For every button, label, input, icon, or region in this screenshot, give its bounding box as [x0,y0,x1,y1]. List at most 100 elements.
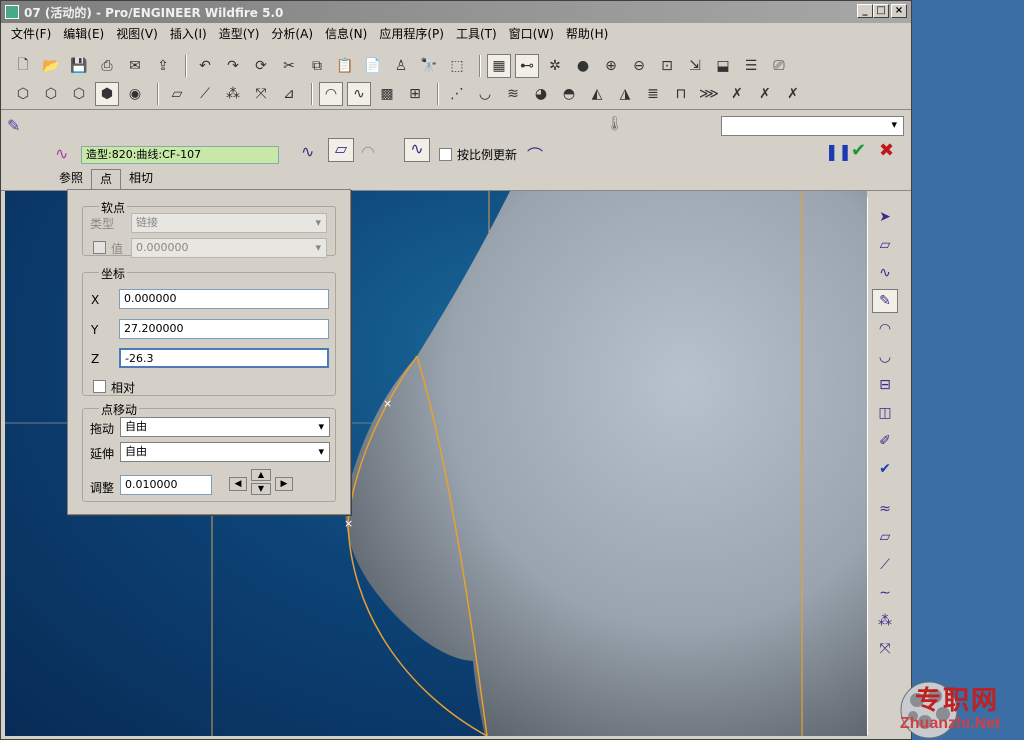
view-manager-icon[interactable]: ⎚ [767,54,791,78]
axis-icon[interactable]: ⟋ [872,553,898,577]
relative-checkbox[interactable] [93,380,106,393]
email-icon[interactable]: ✉ [123,54,147,78]
dihedral-icon[interactable]: ⊓ [669,82,693,106]
menu-applications[interactable]: 应用程序(P) [373,23,450,45]
tab-references[interactable]: 参照 [51,169,91,189]
menu-file[interactable]: 文件(F) [5,23,57,45]
connect-surface-icon[interactable]: ◡ [872,345,898,369]
plane-icon[interactable]: ▱ [872,525,898,549]
find-icon[interactable]: 🔭 [417,54,441,78]
x-coordinate-field[interactable]: 0.000000 [119,289,329,309]
delete-saved-icon[interactable]: ✗ [781,82,805,106]
free-curve-icon[interactable]: ∿ [301,142,314,161]
end-point-marker[interactable]: × [344,517,353,530]
extend-select[interactable]: 自由 [120,442,330,462]
refit-icon[interactable]: ⊡ [655,54,679,78]
accept-icon[interactable]: ✔ [851,140,866,161]
cos-curve-icon[interactable]: ◠ [361,142,375,161]
point-display-icon[interactable]: ⊷ [515,53,539,78]
tab-tangent[interactable]: 相切 [121,169,161,189]
cancel-icon[interactable]: ✖ [879,140,894,161]
tab-point[interactable]: 点 [91,169,122,189]
redo-icon[interactable]: ↷ [221,54,245,78]
edit-curve-icon[interactable]: ✎ [872,289,898,313]
annotation-icon[interactable]: ⊿ [277,82,301,106]
curve-display-icon[interactable]: ∿ [347,81,371,106]
type-select[interactable]: 链接 [131,213,327,233]
section-analysis-icon[interactable]: ◡ [473,82,497,106]
nudge-down-icon[interactable]: ▼ [251,483,271,495]
soft-point-marker[interactable]: × [383,397,392,410]
adjust-field[interactable]: 0.010000 [120,475,212,495]
paste-special-icon[interactable]: 📄 [361,54,385,78]
select-box-icon[interactable]: ⬚ [445,54,469,78]
isophote-icon[interactable]: ≣ [641,82,665,106]
offset-analysis-icon[interactable]: ≋ [501,82,525,106]
copy-icon[interactable]: ⧉ [305,54,329,78]
delete-analysis-icon[interactable]: ✗ [725,82,749,106]
edit-surface-icon[interactable]: ◫ [872,401,898,425]
value-checkbox[interactable] [93,241,106,254]
slope-icon[interactable]: ◮ [613,82,637,106]
appearance-icon[interactable]: ◉ [123,82,147,106]
print-icon[interactable]: ⎙ [95,54,119,78]
paste-icon[interactable]: 📋 [333,54,357,78]
filter-combo[interactable] [721,116,904,136]
menu-style[interactable]: 造型(Y) [213,23,266,45]
menu-edit[interactable]: 编辑(E) [57,23,110,45]
save-icon[interactable]: 💾 [67,54,91,78]
create-surface-icon[interactable]: ◠ [872,317,898,341]
datum-axis-icon[interactable]: ⟋ [193,82,217,106]
menu-view[interactable]: 视图(V) [110,23,164,45]
mesh-icon[interactable]: ▩ [375,82,399,106]
nudge-right-icon[interactable]: ▶ [275,477,293,491]
curve-icon[interactable]: ∼ [872,581,898,605]
z-coordinate-field[interactable]: -26.3 [119,348,329,368]
minimize-button[interactable]: _ [857,4,873,18]
close-window-button[interactable]: × [891,4,907,18]
menu-help[interactable]: 帮助(H) [560,23,614,45]
zoom-in-icon[interactable]: ⊕ [599,54,623,78]
new-file-icon[interactable]: 🗋 [11,54,35,78]
spin-center-icon[interactable]: ✲ [543,54,567,78]
shading-icon[interactable]: ● [571,54,595,78]
reorient-icon[interactable]: ⇲ [683,54,707,78]
sketch-curve-icon[interactable]: ≈ [872,497,898,521]
grid-icon[interactable]: ⊞ [403,82,427,106]
wireframe-icon[interactable]: ⬡ [11,82,35,106]
saved-views-icon[interactable]: ⬓ [711,54,735,78]
pause-icon[interactable]: ❚❚ [825,142,852,161]
control-polygon-icon[interactable]: ⌒ [527,142,543,166]
menu-window[interactable]: 窗口(W) [503,23,560,45]
ratio-update-checkbox[interactable] [439,148,452,161]
zoom-out-icon[interactable]: ⊖ [627,54,651,78]
regenerate-icon[interactable]: ⟳ [249,54,273,78]
undo-icon[interactable]: ↶ [193,54,217,78]
maximize-button[interactable]: □ [873,4,889,18]
planar-curve-icon[interactable]: ▱ [328,138,354,162]
curvature-icon[interactable]: ◕ [529,82,553,106]
drag-select[interactable]: 自由 [120,417,330,437]
datum-csys-icon[interactable]: ⤧ [249,82,273,106]
send-icon[interactable]: ⇪ [151,54,175,78]
reflection-icon[interactable]: ◓ [557,82,581,106]
shaded-view-icon[interactable]: ⬢ [95,81,119,106]
open-file-icon[interactable]: 📂 [39,54,63,78]
csys-icon[interactable]: ⤧ [872,637,898,661]
no-hidden-icon[interactable]: ⬡ [67,82,91,106]
curve-analysis-icon[interactable]: ⋰ [445,82,469,106]
deviation-icon[interactable]: ⋙ [697,82,721,106]
cut-icon[interactable]: ✂ [277,54,301,78]
menu-analysis[interactable]: 分析(A) [265,23,319,45]
curve-reference-field[interactable]: 造型:820:曲线:CF-107 [81,146,279,164]
y-coordinate-field[interactable]: 27.200000 [119,319,329,339]
datum-point-icon[interactable]: ⁂ [221,82,245,106]
surface-display-icon[interactable]: ◠ [319,81,343,106]
value-field[interactable]: 0.000000 [131,238,327,258]
menu-tools[interactable]: 工具(T) [450,23,503,45]
ratio-update-option[interactable]: 按比例更新 [439,146,517,163]
menu-info[interactable]: 信息(N) [319,23,373,45]
select-arrow-icon[interactable]: ➤ [872,205,898,229]
nudge-left-icon[interactable]: ◀ [229,477,247,491]
nudge-up-icon[interactable]: ▲ [251,469,271,481]
